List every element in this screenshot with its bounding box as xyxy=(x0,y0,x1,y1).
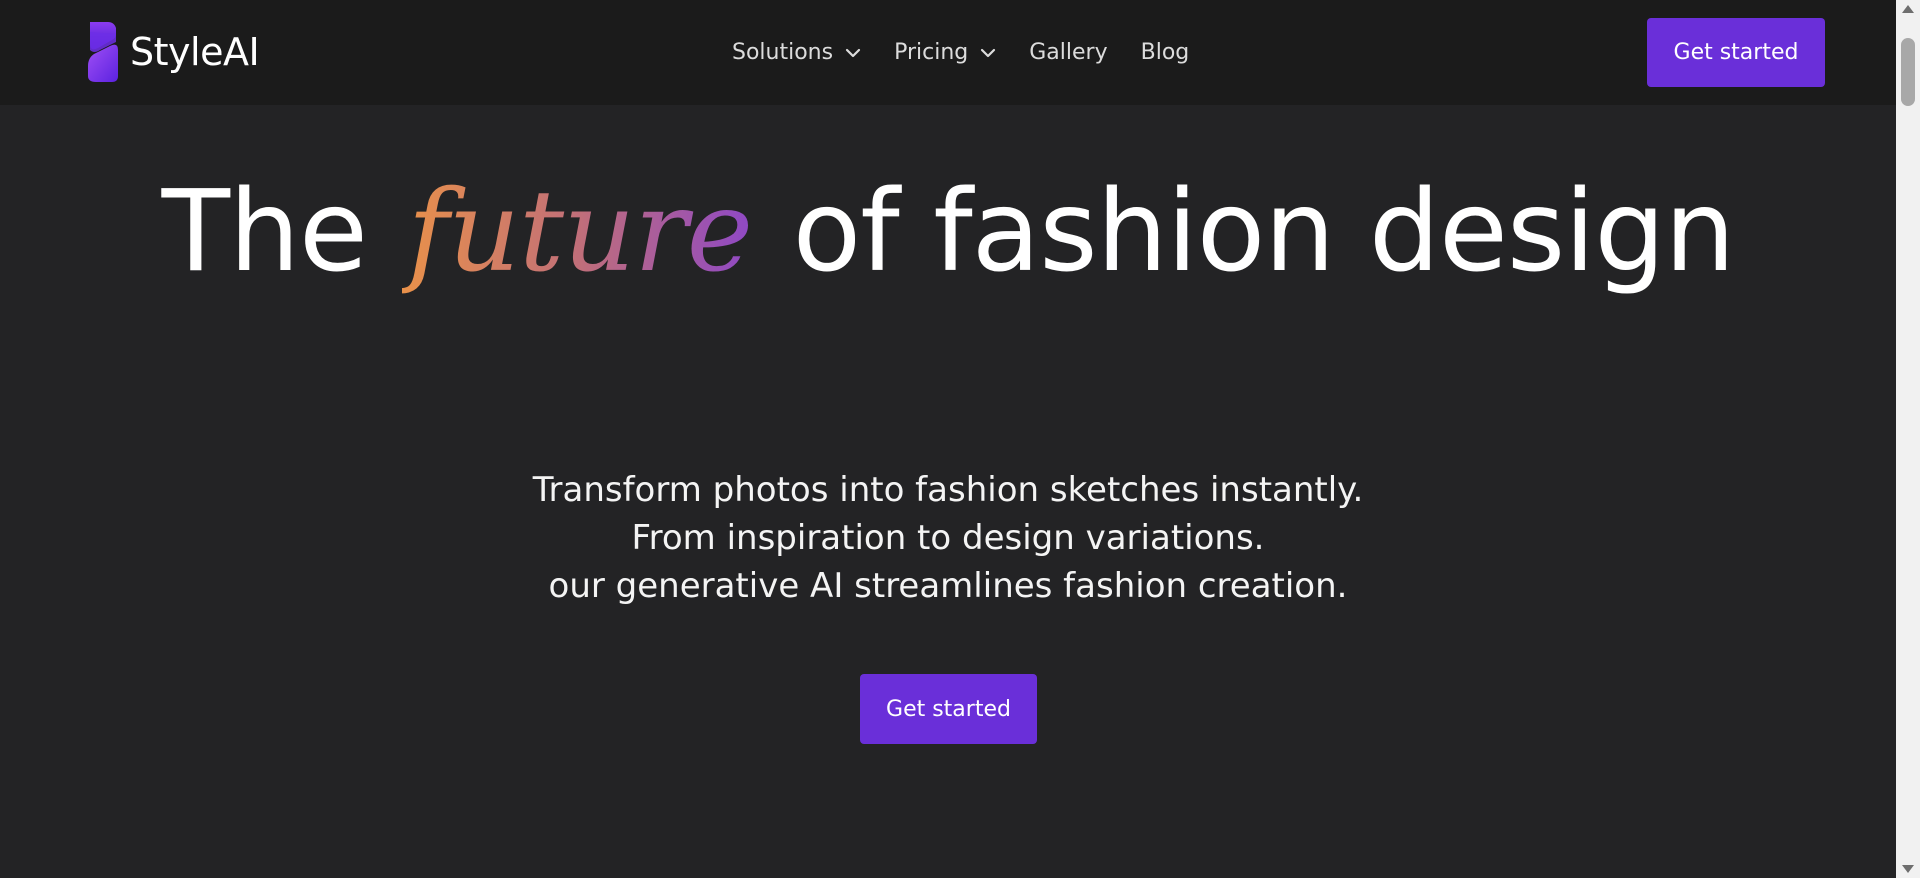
hero-subtitle-line: From inspiration to design variations. xyxy=(631,518,1265,558)
hero-subtitle-line: Transform photos into fashion sketches i… xyxy=(532,470,1364,510)
hero-get-started-button[interactable]: Get started xyxy=(860,674,1037,744)
scroll-up-arrow-icon[interactable] xyxy=(1902,5,1914,13)
page: StyleAI Solutions Pricing Gallery Blog G… xyxy=(0,0,1920,878)
chevron-down-icon xyxy=(981,48,996,57)
chevron-down-icon xyxy=(845,48,861,57)
nav-item-blog[interactable]: Blog xyxy=(1141,40,1190,65)
hero-title-accent: future xyxy=(402,167,759,297)
nav-item-solutions[interactable]: Solutions xyxy=(732,40,861,65)
logo-link[interactable]: StyleAI xyxy=(86,20,260,84)
scroll-down-arrow-icon[interactable] xyxy=(1902,865,1914,873)
nav-item-label: Gallery xyxy=(1029,40,1108,65)
hero-title-end: of fashion design xyxy=(792,167,1736,297)
nav-item-pricing[interactable]: Pricing xyxy=(894,40,996,65)
main-nav: Solutions Pricing Gallery Blog xyxy=(732,0,1189,105)
hero-title-start: The xyxy=(161,167,368,297)
site-header: StyleAI Solutions Pricing Gallery Blog G… xyxy=(0,0,1896,105)
nav-item-label: Blog xyxy=(1140,40,1190,65)
hero-subtitle: Transform photos into fashion sketches i… xyxy=(0,466,1896,610)
hero-subtitle-line: our generative AI streamlines fashion cr… xyxy=(548,566,1348,606)
brand-name: StyleAI xyxy=(130,30,260,74)
header-get-started-button[interactable]: Get started xyxy=(1647,18,1825,87)
page-scrollbar[interactable] xyxy=(1896,0,1920,878)
nav-item-label: Solutions xyxy=(732,40,834,65)
nav-item-gallery[interactable]: Gallery xyxy=(1029,40,1107,65)
nav-item-label: Pricing xyxy=(894,40,969,65)
scrollbar-thumb[interactable] xyxy=(1901,38,1915,106)
hero-title: The future of fashion design xyxy=(0,165,1896,299)
styleai-logo-icon xyxy=(88,22,118,82)
